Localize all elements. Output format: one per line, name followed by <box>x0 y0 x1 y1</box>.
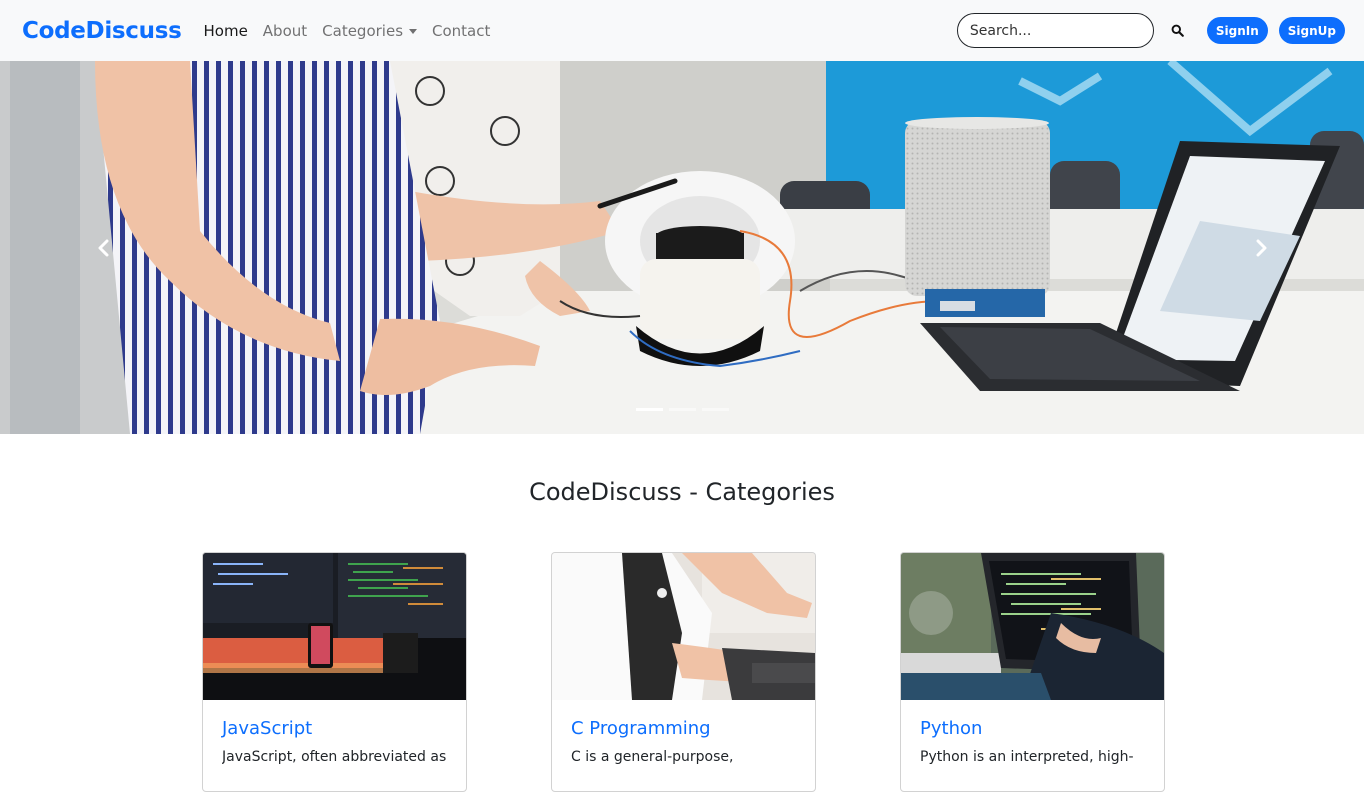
signup-button[interactable]: SignUp <box>1278 17 1345 44</box>
card-image <box>552 553 815 700</box>
card-body: C Programming C is a general-purpose, <box>552 700 815 783</box>
card-title-link[interactable]: JavaScript <box>222 718 447 739</box>
card-image <box>203 553 466 700</box>
category-card-javascript: JavaScript JavaScript, often abbreviated… <box>202 552 467 792</box>
hero-carousel <box>0 61 1364 434</box>
nav-link-home[interactable]: Home <box>204 22 248 40</box>
navbar: CodeDiscuss Home About Categories Contac… <box>0 0 1364 61</box>
chevron-right-icon <box>1256 239 1266 256</box>
nav-dropdown-label: Categories <box>322 21 404 40</box>
carousel-indicator[interactable] <box>701 408 729 411</box>
category-card-c-programming: C Programming C is a general-purpose, <box>551 552 816 792</box>
card-text: JavaScript, often abbreviated as <box>222 749 447 765</box>
category-card-python: Python Python is an interpreted, high- <box>900 552 1165 792</box>
section-title: CodeDiscuss - Categories <box>529 478 835 506</box>
card-text: C is a general-purpose, <box>571 749 734 765</box>
nav-link-about[interactable]: About <box>263 22 307 40</box>
signin-button[interactable]: SignIn <box>1206 17 1268 44</box>
nav-links: Home About Categories Contact <box>204 22 491 40</box>
caret-down-icon <box>409 28 418 34</box>
card-body: Python Python is an interpreted, high- <box>901 700 1164 783</box>
brand-logo[interactable]: CodeDiscuss <box>22 18 182 44</box>
search-icon <box>1171 24 1185 37</box>
search-input[interactable] <box>956 13 1154 48</box>
carousel-indicator[interactable] <box>635 408 663 411</box>
chevron-left-icon <box>98 239 108 256</box>
card-title-link[interactable]: C Programming <box>571 718 796 739</box>
card-image <box>901 553 1164 700</box>
nav-right: SignIn SignUp <box>956 13 1345 48</box>
carousel-indicators <box>0 408 1364 411</box>
card-text: Python is an interpreted, high- <box>920 749 1134 765</box>
card-title-link[interactable]: Python <box>920 718 1145 739</box>
nav-link-contact[interactable]: Contact <box>432 22 490 40</box>
carousel-prev-button[interactable] <box>0 61 205 434</box>
carousel-next-button[interactable] <box>1159 61 1364 434</box>
carousel-indicator[interactable] <box>668 408 696 411</box>
nav-dropdown-categories[interactable]: Categories <box>322 21 418 40</box>
card-body: JavaScript JavaScript, often abbreviated… <box>203 700 466 783</box>
search-button[interactable] <box>1159 13 1197 48</box>
